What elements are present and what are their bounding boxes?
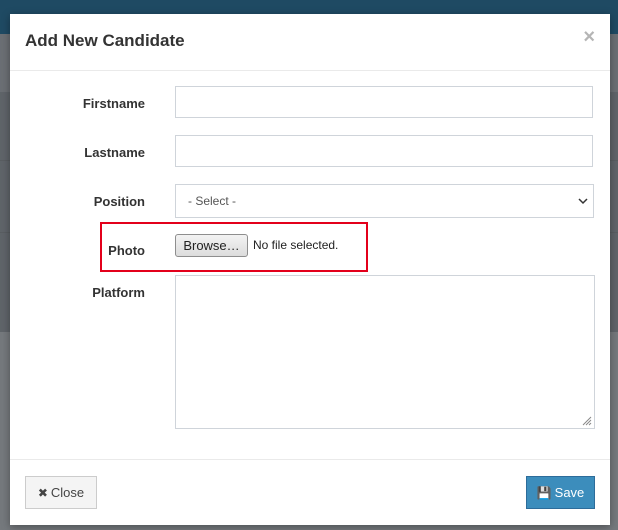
save-button[interactable]: 💾 Save <box>526 476 595 509</box>
close-button-label: Close <box>50 485 85 500</box>
position-label: Position <box>93 194 145 209</box>
modal-title: Add New Candidate <box>25 31 185 50</box>
firstname-label: Firstname <box>82 96 145 111</box>
save-icon: 💾 <box>536 486 552 500</box>
position-selected-value: - Select - <box>188 194 237 208</box>
times-icon: ✖ <box>37 486 48 500</box>
modal-header: Add New Candidate × <box>10 14 610 71</box>
position-select[interactable]: - Select - <box>175 184 594 218</box>
resize-grip-icon[interactable] <box>582 416 592 426</box>
close-x-icon[interactable]: × <box>583 27 595 47</box>
platform-textarea[interactable] <box>175 275 595 429</box>
add-candidate-modal: Add New Candidate × Firstname Lastname P… <box>10 14 610 525</box>
lastname-input[interactable] <box>175 135 593 167</box>
photo-browse-button[interactable]: Browse… <box>175 234 248 257</box>
platform-label: Platform <box>92 285 145 300</box>
firstname-input[interactable] <box>175 86 593 118</box>
lastname-label: Lastname <box>84 145 145 160</box>
close-button[interactable]: ✖ Close <box>25 476 97 509</box>
photo-label: Photo <box>108 243 145 258</box>
save-button-label: Save <box>554 485 585 500</box>
photo-file-status: No file selected. <box>253 238 339 252</box>
chevron-down-icon <box>578 198 588 205</box>
modal-footer-divider <box>10 459 610 460</box>
